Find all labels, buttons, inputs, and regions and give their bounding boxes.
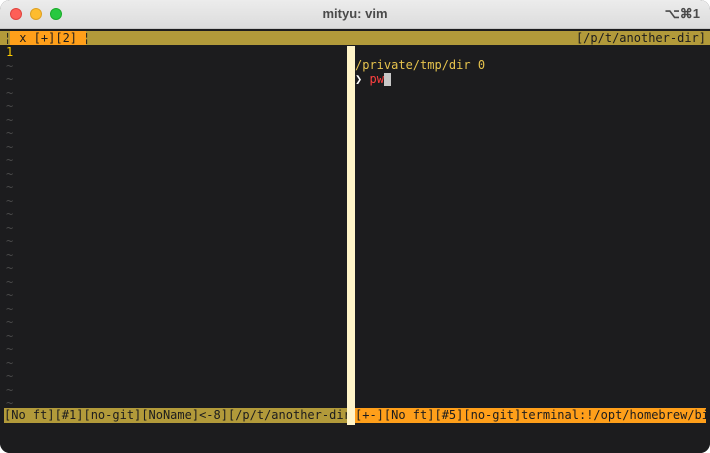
window-shortcut: ⌥⌘1 bbox=[664, 6, 700, 21]
empty-line-marker: ~ bbox=[6, 274, 14, 289]
empty-line-marker: ~ bbox=[6, 288, 14, 302]
empty-line-marker: ~ bbox=[6, 315, 14, 329]
cwd-line: /private/tmp/dir 0 bbox=[355, 58, 486, 72]
empty-line-marker: ~ bbox=[6, 180, 14, 194]
left-editor-pane[interactable]: 1 ~ ~ ~ ~ ~ ~ ~ ~ ~ ~ ~ ~ ~ ~ ~ ~ ~ ~ ~ ~ ~ ~ ~ ~ ~ ~ bbox=[0, 45, 347, 409]
vim-statusline: [No ft][#1][no-git][NoName]<-8][/p/t/ano… bbox=[0, 408, 710, 423]
vertical-split-bar[interactable] bbox=[347, 46, 355, 425]
empty-line-marker: ~ bbox=[6, 247, 14, 262]
empty-line-marker: ~ bbox=[6, 58, 14, 73]
empty-line-marker: ~ bbox=[6, 382, 14, 397]
empty-line-marker: ~ bbox=[6, 99, 14, 113]
command-text: pw bbox=[369, 72, 384, 86]
empty-line-marker: ~ bbox=[6, 207, 14, 221]
tab-separator-right: ¦ bbox=[83, 31, 91, 45]
text-cursor bbox=[383, 73, 391, 86]
prompt-chevron-icon: ❯ bbox=[355, 72, 363, 86]
title-bar: mityu: vim ⌥⌘1 bbox=[0, 0, 710, 29]
empty-line-marker: ~ bbox=[6, 139, 14, 154]
empty-line-marker: ~ bbox=[6, 220, 14, 235]
empty-line-marker: ~ bbox=[6, 328, 14, 343]
empty-line-marker: ~ bbox=[6, 112, 14, 127]
empty-line-marker: ~ bbox=[6, 153, 14, 167]
empty-line-marker: ~ bbox=[6, 301, 14, 316]
empty-line-marker: ~ bbox=[6, 369, 14, 383]
empty-line-marker: ~ bbox=[6, 193, 14, 208]
statusline-right: [+-][No ft][#5][no-git]terminal:!/opt/ho… bbox=[355, 408, 706, 423]
line-number: 1 bbox=[6, 45, 14, 59]
empty-line-marker: ~ bbox=[6, 126, 14, 140]
vim-tabline: ¦ x [+][2] ¦ [/p/t/another-dir] bbox=[0, 31, 710, 45]
tab-active[interactable]: x [+][2] bbox=[10, 31, 87, 45]
empty-line-marker: ~ bbox=[6, 234, 14, 248]
statusline-left: [No ft][#1][no-git][NoName]<-8][/p/t/ano… bbox=[4, 408, 347, 423]
window-title: mityu: vim bbox=[322, 6, 388, 21]
prompt-line[interactable]: ❯ pw bbox=[355, 72, 391, 87]
empty-line-marker: ~ bbox=[6, 261, 14, 275]
empty-line-marker: ~ bbox=[6, 72, 14, 86]
tabline-cwd: [/p/t/another-dir] bbox=[575, 31, 706, 45]
terminal-content[interactable]: ¦ x [+][2] ¦ [/p/t/another-dir] 1 ~ ~ ~ ~ ~ ~… bbox=[0, 29, 710, 453]
empty-line-marker: ~ bbox=[6, 342, 14, 356]
empty-line-marker: ~ bbox=[6, 85, 14, 100]
right-terminal-pane[interactable]: /private/tmp/dir 0 ❯ pw bbox=[355, 46, 710, 409]
empty-line-marker: ~ bbox=[6, 166, 14, 181]
empty-line-marker: ~ bbox=[6, 355, 14, 370]
terminal-window: mityu: vim ⌥⌘1 ¦ x [+][2] ¦ [/p/t/anothe… bbox=[0, 0, 710, 453]
